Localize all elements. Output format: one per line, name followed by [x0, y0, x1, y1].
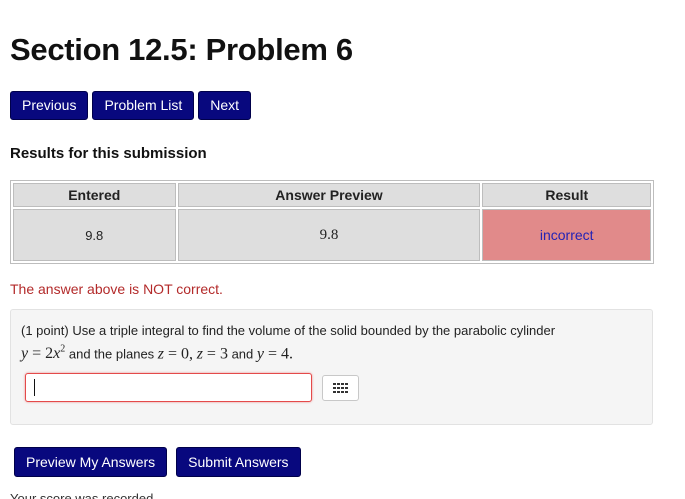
math-var-y: y [256, 345, 265, 363]
answer-input[interactable] [25, 373, 312, 402]
column-header-answer-preview: Answer Preview [177, 183, 481, 207]
and-text: and [231, 346, 254, 362]
math-var-y: y [21, 345, 29, 363]
math-exponent: 2 [60, 344, 66, 355]
problem-page: Section 12.5: Problem 6 Previous Problem… [0, 0, 685, 499]
problem-navigation: Previous Problem List Next [10, 91, 252, 120]
answer-input-wrapper [25, 373, 312, 402]
problem-text: (1 point) Use a triple integral to find … [21, 321, 642, 363]
math-value: = 0, [168, 345, 194, 363]
column-header-result: Result [482, 183, 651, 207]
problem-list-button[interactable]: Problem List [92, 91, 195, 120]
problem-prompt: Use a triple integral to find the volume… [72, 323, 556, 338]
equation-plane-z3: z = 3 [197, 345, 228, 362]
math-value: = 4. [268, 345, 294, 363]
math-value: = 3 [206, 345, 228, 363]
next-button[interactable]: Next [198, 91, 252, 120]
table-row: 9.8 9.8 incorrect [13, 209, 651, 261]
text-caret [34, 379, 35, 396]
previous-button[interactable]: Previous [10, 91, 89, 120]
preview-answers-button[interactable]: Preview My Answers [14, 447, 168, 477]
answer-row [25, 373, 359, 402]
planes-text: and the planes [68, 346, 155, 362]
equation-plane-y4: y = 4. [257, 345, 293, 362]
answer-preview-cell: 9.8 [177, 209, 481, 261]
submit-answers-button[interactable]: Submit Answers [176, 447, 301, 477]
feedback-message: The answer above is NOT correct. [10, 281, 223, 297]
problem-statement-box: (1 point) Use a triple integral to find … [10, 309, 653, 425]
results-header-row: Entered Answer Preview Result [13, 183, 651, 207]
page-title: Section 12.5: Problem 6 [10, 32, 353, 67]
equation-plane-z0: z = 0, [158, 345, 193, 362]
math-var-z: z [157, 345, 165, 363]
score-recorded-text: Your score was recorded. [10, 491, 157, 499]
equation-palette-icon [333, 382, 348, 393]
result-cell-incorrect: incorrect [482, 209, 651, 261]
math-equals-2: = 2 [32, 345, 54, 363]
submission-actions: Preview My Answers Submit Answers [14, 447, 301, 477]
entered-cell: 9.8 [13, 209, 176, 261]
math-var-z: z [196, 345, 203, 363]
problem-points: (1 point) [21, 323, 69, 338]
equation-parabolic-cylinder: y = 2x2 [21, 344, 66, 363]
results-table: Entered Answer Preview Result 9.8 9.8 in… [10, 180, 654, 264]
results-heading: Results for this submission [10, 145, 207, 162]
column-header-entered: Entered [13, 183, 176, 207]
equation-palette-button[interactable] [322, 374, 359, 401]
